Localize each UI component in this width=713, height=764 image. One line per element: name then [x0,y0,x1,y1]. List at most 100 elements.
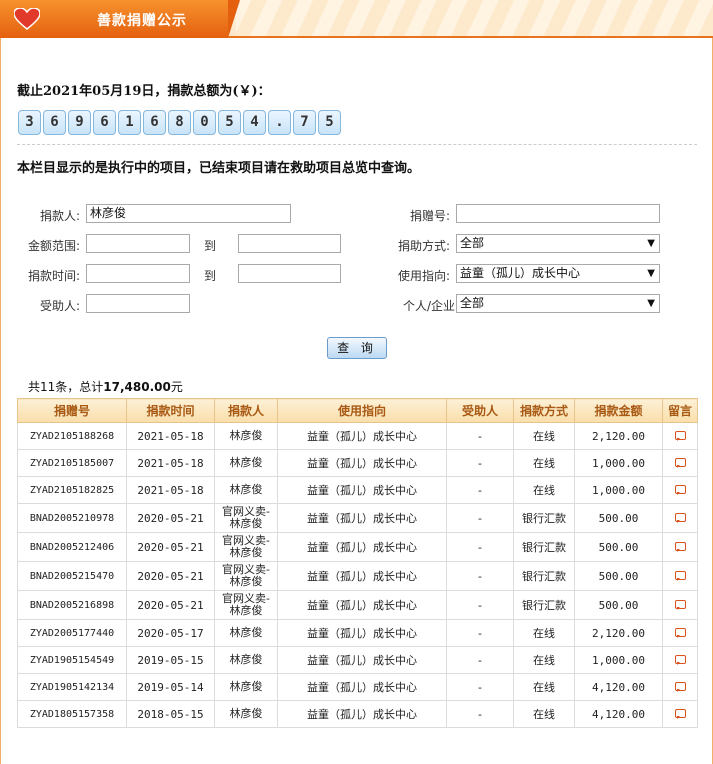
date-cell: 2018-05-15 [126,700,215,728]
donor-cell: 官网义卖-林彦俊 [214,503,278,533]
message-icon[interactable] [674,430,686,441]
total-label: 截止2021年05月19日，捐款总额为(￥)： [17,84,271,99]
donor-cell: 官网义卖-林彦俊 [214,590,278,620]
message-cell[interactable] [662,532,698,562]
donation-id-cell: BNAD2005212406 [17,532,127,562]
direction-cell: 益童（孤儿）成长中心 [277,646,447,674]
direction-cell: 益童（孤儿）成长中心 [277,503,447,533]
direction-select-value: 益童（孤儿）成长中心 [460,266,581,280]
total-digit: 4 [243,110,266,135]
amount-cell: 2,120.00 [574,422,663,450]
message-cell[interactable] [662,503,698,533]
amount-min-input[interactable] [86,234,190,253]
table-row: ZYAD2105188268 2021-05-18 林彦俊 益童（孤儿）成长中心 - 在线… [17,422,698,450]
recipient-cell: - [446,700,514,728]
table-row: BNAD2005215470 2020-05-21 官网义卖-林彦俊 益童（孤儿）成长… [17,561,698,591]
donor-cell: 林彦俊 [214,449,278,477]
amount-cell: 4,120.00 [574,673,663,701]
date-cell: 2021-05-18 [126,449,215,477]
message-icon[interactable] [674,599,686,610]
message-icon[interactable] [674,654,686,665]
donation-id-cell: ZYAD2105188268 [17,422,127,450]
recipient-cell: - [446,532,514,562]
column-header: 捐款方式 [513,398,575,423]
column-header: 捐款金额 [574,398,663,423]
total-digit: 1 [118,110,141,135]
message-icon[interactable] [674,484,686,495]
message-icon[interactable] [674,541,686,552]
message-icon[interactable] [674,681,686,692]
donor-cell: 林彦俊 [214,619,278,647]
method-select[interactable]: 全部 ▼ [456,234,660,253]
date-cell: 2020-05-17 [126,619,215,647]
direction-cell: 益童（孤儿）成长中心 [277,422,447,450]
time-end-input[interactable] [238,264,341,283]
message-cell[interactable] [662,422,698,450]
method-cell: 在线 [513,700,575,728]
column-header: 受助人 [446,398,514,423]
page-title: 善款捐赠公示 [97,13,187,29]
table-row: ZYAD1905154549 2019-05-15 林彦俊 益童（孤儿）成长中心 - 在线… [17,646,698,674]
donor-input[interactable]: 林彦俊 [86,204,291,223]
message-icon[interactable] [674,627,686,638]
message-cell[interactable] [662,646,698,674]
method-cell: 银行汇款 [513,503,575,533]
message-cell[interactable] [662,619,698,647]
direction-cell: 益童（孤儿）成长中心 [277,449,447,477]
donor-cell: 林彦俊 [214,422,278,450]
column-header: 使用指向 [277,398,447,423]
result-summary-prefix: 共11条，总计 [28,380,104,394]
donor-cell: 林彦俊 [214,673,278,701]
donation-no-label: 捐赠号: [409,209,450,223]
message-cell[interactable] [662,476,698,504]
amount-max-input[interactable] [238,234,341,253]
header-decoration [236,0,713,36]
donor-type-label: 个人/企业 [402,299,455,313]
total-digit: 7 [293,110,316,135]
message-cell[interactable] [662,673,698,701]
time-start-input[interactable] [86,264,190,283]
total-digit: 5 [318,110,341,135]
total-digit: 3 [18,110,41,135]
message-cell[interactable] [662,561,698,591]
recipient-input[interactable] [86,294,190,313]
header-tab: 善款捐赠公示 [0,0,240,38]
total-digit: 5 [218,110,241,135]
page-header: 善款捐赠公示 [0,0,713,38]
total-digit: . [268,110,291,135]
message-icon[interactable] [674,570,686,581]
direction-cell: 益童（孤儿）成长中心 [277,619,447,647]
amount-cell: 500.00 [574,503,663,533]
total-digit: 0 [193,110,216,135]
heart-icon [14,8,40,30]
column-header: 捐赠号 [17,398,127,423]
message-cell[interactable] [662,590,698,620]
donor-cell: 林彦俊 [214,700,278,728]
result-total: 17,480.00 [103,380,171,394]
donor-cell: 官网义卖-林彦俊 [214,532,278,562]
method-select-value: 全部 [460,236,485,250]
donation-id-cell: ZYAD1905142134 [17,673,127,701]
amount-cell: 1,000.00 [574,646,663,674]
message-icon[interactable] [674,708,686,719]
message-icon[interactable] [674,512,686,523]
divider [17,144,697,145]
time-label: 捐款时间: [27,269,80,283]
direction-label: 使用指向: [397,269,450,283]
donation-id-cell: BNAD2005216898 [17,590,127,620]
direction-select[interactable]: 益童（孤儿）成长中心 ▼ [456,264,660,283]
message-cell[interactable] [662,700,698,728]
donation-id-cell: ZYAD1805157358 [17,700,127,728]
message-cell[interactable] [662,449,698,477]
donation-no-input[interactable] [456,204,660,223]
amount-cell: 4,120.00 [574,700,663,728]
donor-type-select[interactable]: 全部 ▼ [456,294,660,313]
amount-cell: 500.00 [574,561,663,591]
column-header: 留言 [662,398,698,423]
donation-id-cell: ZYAD2005177440 [17,619,127,647]
total-digit: 9 [68,110,91,135]
chevron-down-icon: ▼ [647,298,655,309]
chevron-down-icon: ▼ [647,238,655,249]
message-icon[interactable] [674,457,686,468]
query-button[interactable]: 查 询 [327,337,387,359]
